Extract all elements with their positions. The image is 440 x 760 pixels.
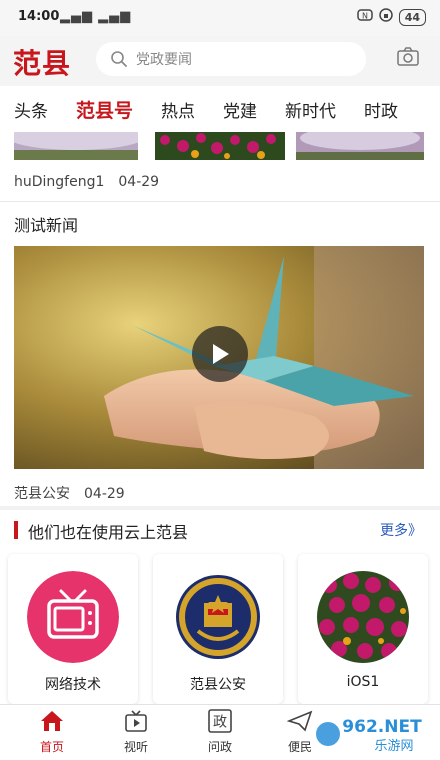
post-meta-1: huDingfeng1 04-29 — [14, 174, 159, 190]
svg-text:962.NET: 962.NET — [342, 717, 422, 737]
flower-avatar — [317, 571, 409, 663]
nav-video[interactable]: 视听 — [106, 709, 166, 755]
post-date: 04-29 — [118, 174, 160, 190]
card-label: iOS1 — [346, 674, 380, 690]
app-header: 范县 党政要闻 — [0, 36, 440, 86]
nav-label: 首页 — [39, 740, 64, 754]
post-author: huDingfeng1 — [14, 174, 105, 190]
section-title: 他们也在使用云上范县 — [28, 523, 189, 542]
post-source: 范县公安 — [14, 486, 70, 502]
video-thumbnail[interactable] — [14, 246, 424, 469]
account-card[interactable]: 网络技术 — [8, 554, 138, 704]
post-date: 04-29 — [84, 486, 125, 502]
tab-dangjian[interactable]: 党建 — [223, 97, 257, 122]
post-image-1[interactable] — [14, 132, 138, 160]
category-tabs: 头条 范县号 热点 党建 新时代 时政 — [0, 86, 440, 132]
zheng-icon: 政 — [208, 709, 232, 733]
nav-home[interactable]: 首页 — [22, 709, 82, 755]
battery-icon: 44 — [398, 8, 426, 26]
play-icon — [213, 344, 229, 364]
svg-text:N: N — [362, 12, 368, 21]
tv-icon — [125, 710, 147, 732]
watermark: 962.NET 乐游网 — [312, 712, 438, 756]
signal-icon: ▂▄▆ ▂▄▆ — [60, 9, 132, 24]
camera-icon[interactable] — [396, 46, 420, 72]
tab-redian[interactable]: 热点 — [161, 97, 195, 122]
svg-text:政: 政 — [213, 715, 227, 731]
section-header: 他们也在使用云上范县 更多》 — [0, 513, 440, 547]
account-card[interactable]: iOS1 — [298, 554, 428, 704]
police-badge-avatar — [172, 571, 264, 663]
nav-wenzheng[interactable]: 政 问政 — [190, 709, 250, 755]
section-accent-bar — [14, 521, 18, 539]
status-bar: 14:00 ▂▄▆ ▂▄▆ N 44 — [0, 0, 440, 36]
nav-label: 问政 — [207, 740, 232, 754]
nav-label: 视听 — [123, 740, 148, 754]
home-icon — [41, 711, 63, 731]
post-image-3[interactable] — [296, 132, 424, 160]
more-link[interactable]: 更多》 — [380, 520, 422, 540]
status-time: 14:00 — [18, 9, 60, 24]
search-placeholder: 党政要闻 — [136, 52, 192, 68]
play-button[interactable] — [192, 326, 248, 382]
app-logo[interactable]: 范县 — [13, 42, 71, 82]
post-image-2[interactable] — [155, 132, 285, 160]
nfc-icon: N — [356, 8, 373, 26]
lock-icon — [378, 8, 393, 26]
svg-text:乐游网: 乐游网 — [374, 739, 413, 754]
tab-shizheng[interactable]: 时政 — [364, 97, 398, 122]
status-right: N 44 — [356, 8, 426, 26]
post-meta-2: 范县公安 04-29 — [14, 483, 125, 503]
search-bar[interactable]: 党政要闻 — [96, 42, 366, 76]
account-card[interactable]: 范县公安 — [153, 554, 283, 704]
tab-fanxianhao[interactable]: 范县号 — [76, 96, 133, 123]
divider — [0, 201, 440, 202]
paper-plane-icon — [286, 710, 313, 732]
tab-toutiao[interactable]: 头条 — [14, 97, 48, 122]
card-label: 网络技术 — [45, 677, 101, 693]
tv-avatar — [27, 571, 119, 663]
section-divider — [0, 506, 440, 510]
account-cards: 网络技术 范县公安 iOS1 — [0, 554, 440, 704]
search-icon — [111, 51, 127, 67]
news-title[interactable]: 测试新闻 — [14, 212, 78, 236]
tab-xinshidai[interactable]: 新时代 — [285, 97, 336, 122]
card-label: 范县公安 — [190, 677, 246, 693]
